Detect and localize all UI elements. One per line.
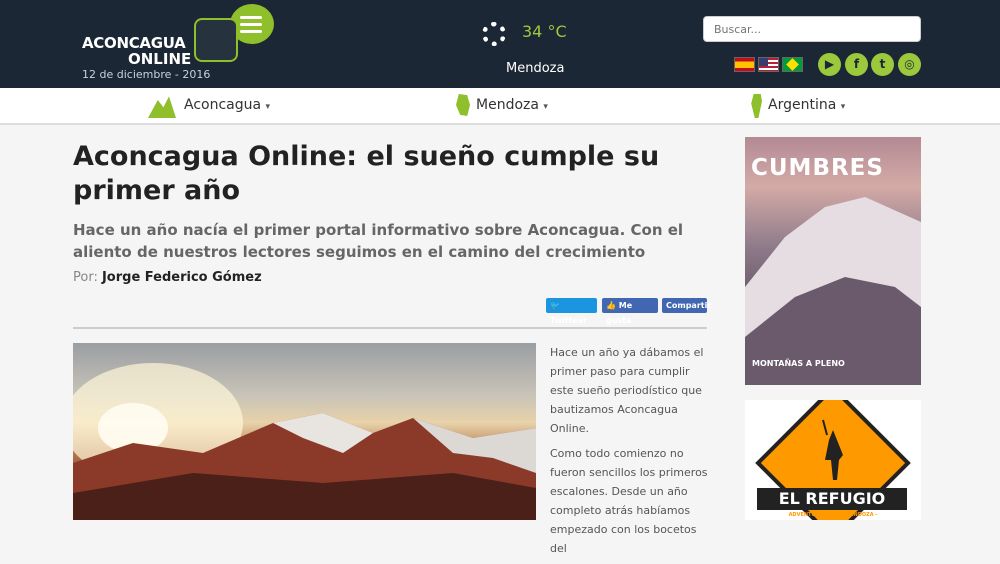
ad-subtitle: ADVENTURE GEAR · MENDOZA - ARGENTINA bbox=[788, 512, 878, 520]
magazine-caption: MONTAÑAS A PLENO bbox=[752, 359, 845, 368]
site-logo[interactable]: ACONCAGUA ONLINE bbox=[80, 4, 280, 68]
magazine-title: CUMBRES bbox=[751, 155, 884, 181]
article-author: Por: Jorge Federico Gómez bbox=[73, 270, 262, 285]
article-title: Aconcagua Online: el sueño cumple su pri… bbox=[73, 141, 660, 206]
refugio-ad[interactable]: EL REFUGIO ADVENTURE GEAR · MENDOZA - AR… bbox=[745, 400, 921, 520]
top-header: ACONCAGUA ONLINE 12 de diciembre - 2016 … bbox=[0, 0, 1000, 88]
article-paragraph: Como todo comienzo no fueron sencillos l… bbox=[550, 447, 708, 555]
main-nav: Aconcagua ▾ Mendoza ▾ Argentina ▾ bbox=[0, 88, 1000, 125]
twitter-icon[interactable]: t bbox=[871, 53, 894, 76]
nav-item-argentina[interactable]: Argentina ▾ bbox=[768, 97, 845, 113]
twitter-share-button[interactable]: 🐦 Twittear bbox=[546, 298, 597, 325]
country-map-icon bbox=[751, 94, 762, 118]
article-paragraph: Hace un año ya dábamos el primer paso pa… bbox=[550, 346, 704, 435]
article-subtitle: Hace un año nacía el primer portal infor… bbox=[73, 221, 684, 261]
ad-title: EL REFUGIO bbox=[757, 488, 907, 510]
facebook-share-button[interactable]: Compartir bbox=[662, 298, 711, 313]
logo-text-line2: ONLINE bbox=[128, 50, 192, 68]
facebook-like-button[interactable]: 👍 Me gusta bbox=[602, 298, 658, 325]
goggles-icon bbox=[194, 18, 238, 62]
sun-icon bbox=[482, 22, 506, 46]
current-date: 12 de diciembre - 2016 bbox=[82, 68, 211, 81]
author-link[interactable]: Jorge Federico Gómez bbox=[102, 270, 262, 285]
search-input[interactable] bbox=[703, 16, 921, 42]
nav-item-aconcagua[interactable]: Aconcagua ▾ bbox=[184, 97, 270, 113]
province-map-icon bbox=[456, 94, 470, 116]
weather-city: Mendoza bbox=[506, 61, 565, 76]
br-flag[interactable] bbox=[782, 57, 803, 72]
magazine-cover-ad[interactable]: CUMBRES MONTAÑAS A PLENO bbox=[745, 137, 921, 385]
instagram-icon[interactable]: ◎ bbox=[898, 53, 921, 76]
weather-temperature: 34 °C bbox=[522, 22, 567, 41]
article-photo bbox=[73, 343, 536, 520]
facebook-icon[interactable]: f bbox=[845, 53, 868, 76]
youtube-icon[interactable]: ▶ bbox=[818, 53, 841, 76]
es-flag[interactable] bbox=[734, 57, 755, 72]
article-body: Hace un año ya dábamos el primer paso pa… bbox=[550, 343, 710, 564]
mountain-icon bbox=[148, 96, 176, 118]
nav-item-mendoza[interactable]: Mendoza ▾ bbox=[476, 97, 548, 113]
divider bbox=[73, 327, 707, 329]
us-flag[interactable] bbox=[758, 57, 779, 72]
